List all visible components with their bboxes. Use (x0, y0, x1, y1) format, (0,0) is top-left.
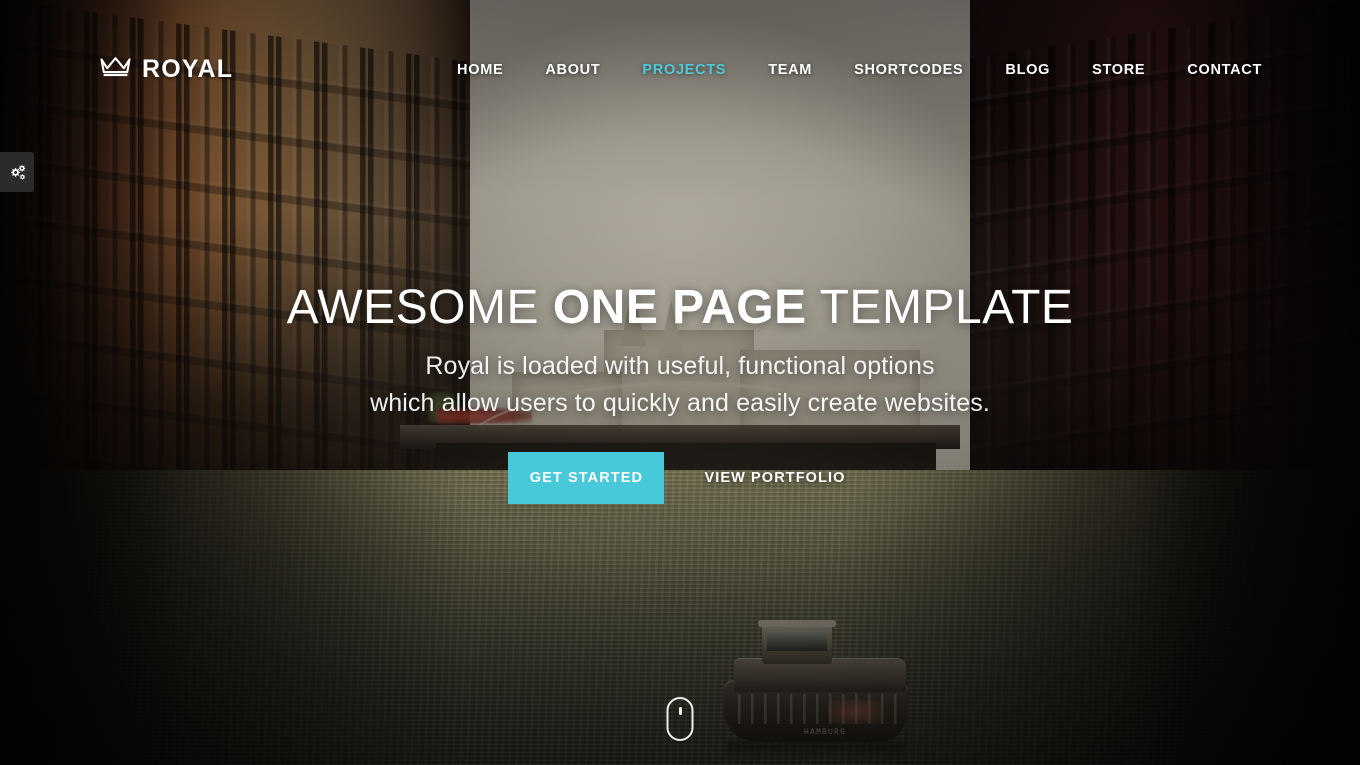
hero-content: AWESOME ONE PAGE TEMPLATE Royal is loade… (0, 0, 1360, 765)
hero-cta-row: GET STARTED VIEW PORTFOLIO (508, 451, 851, 504)
hero-subtitle-line-1: Royal is loaded with useful, functional … (425, 352, 935, 381)
hero-section: HAMBURG (0, 0, 1360, 765)
hero-subtitle-line-2: which allow users to quickly and easily … (370, 388, 990, 417)
hero-subtitle: Royal is loaded with useful, functional … (370, 348, 990, 421)
page-title: AWESOME ONE PAGE TEMPLATE (287, 283, 1074, 332)
view-portfolio-button[interactable]: VIEW PORTFOLIO (698, 452, 851, 504)
get-started-button[interactable]: GET STARTED (508, 451, 665, 504)
mouse-scroll-icon[interactable] (666, 697, 694, 741)
headline-part-2: TEMPLATE (806, 281, 1074, 334)
headline-emphasis: ONE PAGE (552, 281, 807, 334)
page-overlay: ROYAL HOME ABOUT PROJECTS TEAM SHORTCODE… (0, 0, 1360, 765)
scroll-wheel (678, 707, 682, 715)
headline-part-1: AWESOME (286, 281, 553, 334)
